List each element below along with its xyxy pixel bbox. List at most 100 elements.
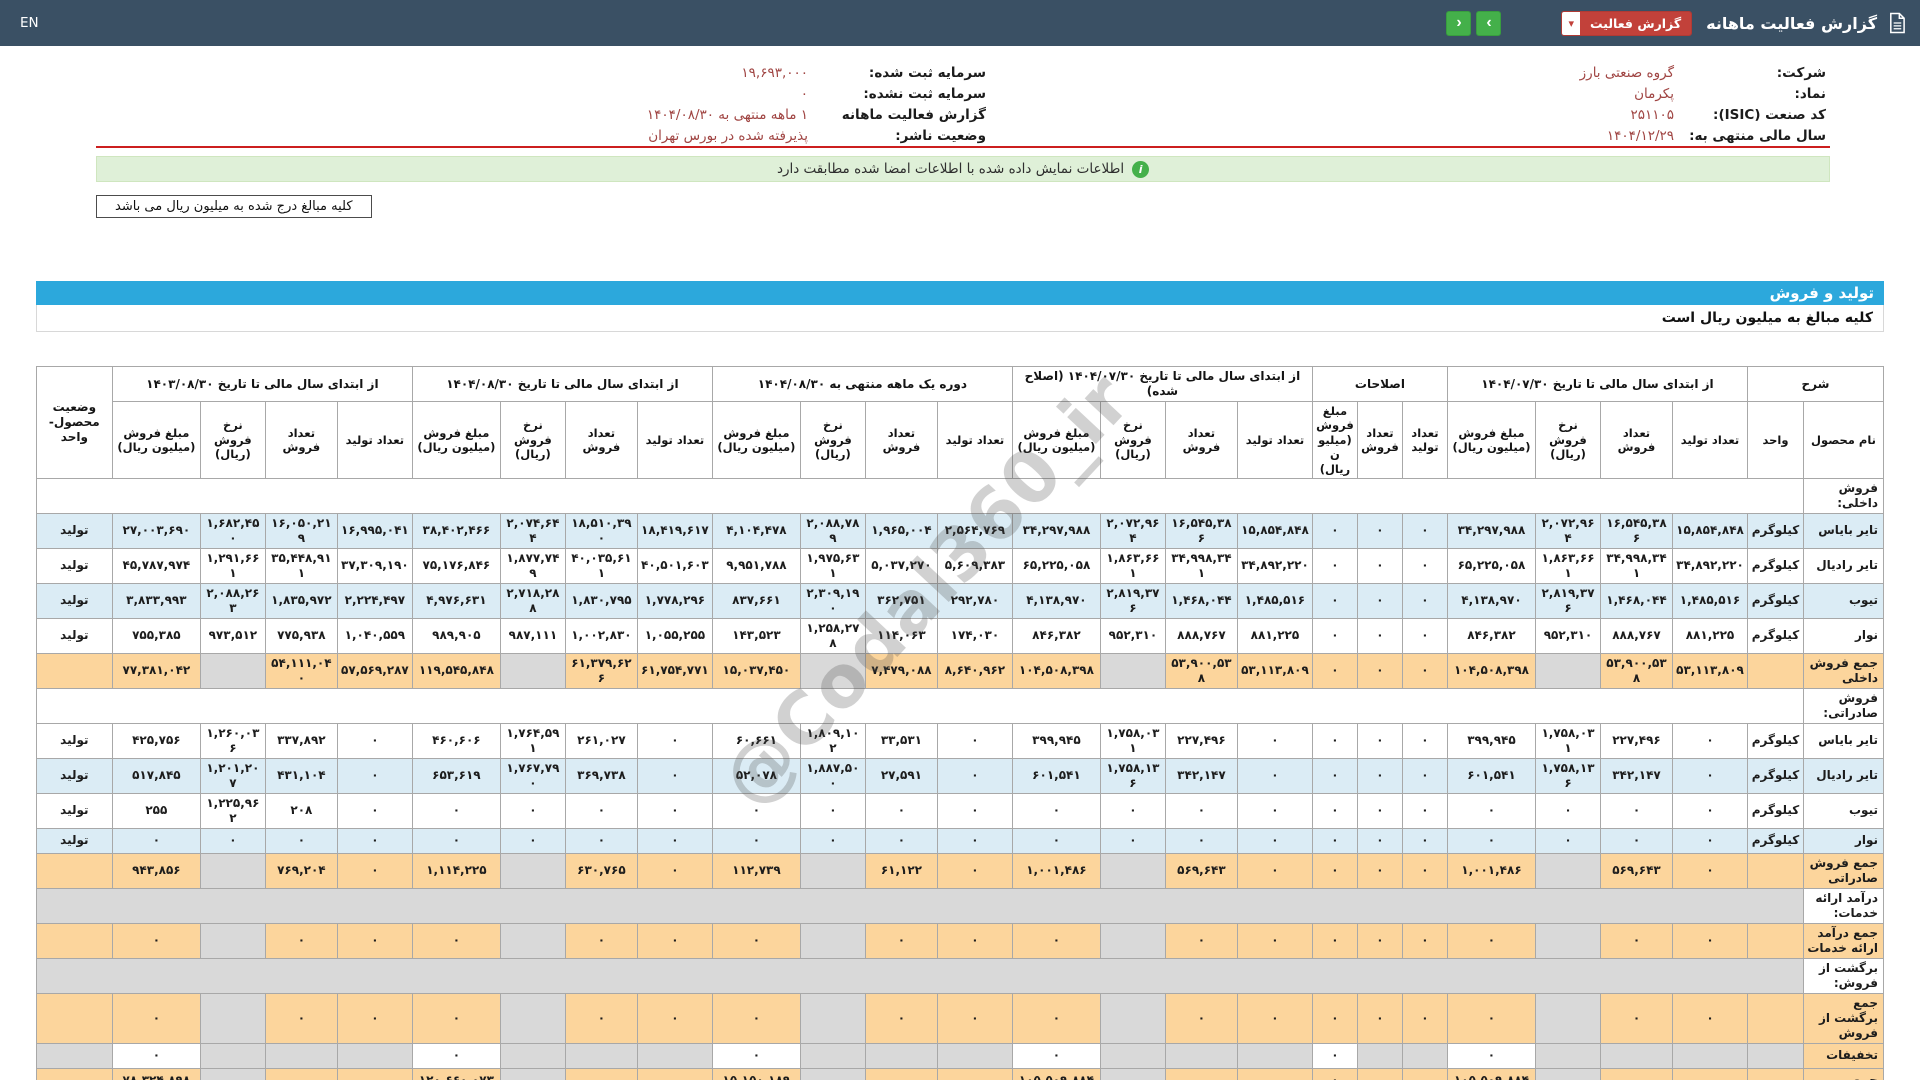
qty-sold-cell: ۵۴,۱۱۱,۰۴۰ bbox=[264, 652, 338, 689]
qty-sold-cell: ۰ bbox=[1599, 922, 1673, 959]
value-cell bbox=[799, 1042, 866, 1069]
report-document-icon[interactable] bbox=[1887, 12, 1906, 34]
product-status-cell bbox=[35, 652, 113, 689]
qty-produced-cell: ۱۸,۴۱۹,۶۱۷ bbox=[636, 512, 713, 549]
qty-sold-cell: ۳۶۲,۷۵۱ bbox=[864, 582, 938, 619]
qty-produced-cell: ۰ bbox=[1236, 792, 1313, 829]
prev-report-button[interactable]: ‹ bbox=[1446, 10, 1472, 36]
sum-label-cell: جمع فروش داخلی bbox=[1803, 652, 1884, 689]
adjustment-cell: ۰ bbox=[1401, 852, 1448, 889]
rate-cell: ۹۵۲,۳۱۰ bbox=[1534, 617, 1601, 654]
product-status-cell: تولید bbox=[35, 792, 113, 829]
adjustment-cell: ۰ bbox=[1401, 617, 1448, 654]
product-name-cell: تایر رادیال bbox=[1803, 547, 1884, 584]
adjustment-cell: ۰ bbox=[1356, 582, 1403, 619]
qty-sold-cell: ۲۲۷,۴۹۶ bbox=[1164, 722, 1238, 759]
section-header-row: درآمد ارائه خدمات: bbox=[35, 887, 1884, 924]
amount-cell: ۳۸,۴۰۲,۴۶۶ bbox=[411, 512, 501, 549]
amount-cell: ۰ bbox=[711, 792, 801, 829]
qty-produced-cell: ۰ bbox=[636, 792, 713, 829]
section-production-sales-title: تولید و فروش bbox=[36, 281, 1884, 305]
adjustment-cell: ۰ bbox=[1311, 652, 1358, 689]
qty-produced-cell: ۰ bbox=[936, 992, 1013, 1044]
rate-cell: ۱,۷۵۸,۱۳۶ bbox=[1534, 757, 1601, 794]
column-subheader: تعداد تولید bbox=[1671, 401, 1748, 479]
discounts-row: تخفیفات ۰ ۰ ۰ ۰ ۰ ۰ bbox=[35, 1042, 1884, 1069]
rate-cell: ۱,۸۰۹,۱۰۲ bbox=[799, 722, 866, 759]
qty-produced-cell: ۰ bbox=[336, 827, 413, 854]
info-label: گزارش فعالیت ماهانه bbox=[841, 106, 986, 123]
product-row: تیوب کیلوگرم ۰ ۰ ۰ ۰ ۰ ۰ ۰ ۰ ۰ ۰ ۰ ۰ ۰ ۰ ۰ ۰ ۰ ۰ ۰ ۰ ۲۰۸ ۱,۲۲۵,… bbox=[35, 792, 1884, 829]
rate-cell: ۱,۸۷۷,۷۴۹ bbox=[499, 547, 566, 584]
value-cell bbox=[499, 1067, 566, 1080]
adjustment-cell: ۰ bbox=[1401, 827, 1448, 854]
amount-cell: ۰ bbox=[1311, 1042, 1358, 1069]
section-header-row: فروش داخلی: bbox=[35, 477, 1884, 514]
qty-sold-cell: ۳۵,۴۴۸,۹۱۱ bbox=[264, 547, 338, 584]
qty-produced-cell: ۰ bbox=[1671, 922, 1748, 959]
rate-cell bbox=[499, 922, 566, 959]
adjustment-cell: ۰ bbox=[1401, 582, 1448, 619]
adjustment-cell: ۰ bbox=[1356, 757, 1403, 794]
amount-cell: ۱,۱۱۴,۲۲۵ bbox=[411, 852, 501, 889]
qty-sold-cell: ۰ bbox=[864, 922, 938, 959]
product-status-cell bbox=[35, 1067, 113, 1080]
unit-cell bbox=[1746, 1067, 1805, 1080]
unit-cell: کیلوگرم bbox=[1746, 512, 1805, 549]
info-value: ۱۴۰۴/۱۲/۲۹ bbox=[1606, 127, 1674, 144]
qty-produced-cell: ۰ bbox=[1671, 792, 1748, 829]
company-info-section: شرکت: گروه صنعتی بارز سرمایه ثبت شده: ۱۹,۶۹… bbox=[96, 62, 1830, 218]
rate-cell: ۱,۲۰۱,۲۰۷ bbox=[199, 757, 266, 794]
adjustment-cell: ۰ bbox=[1356, 852, 1403, 889]
unit-cell bbox=[1746, 652, 1805, 689]
rate-cell: ۱,۲۵۸,۲۷۸ bbox=[799, 617, 866, 654]
value-cell bbox=[199, 1067, 266, 1080]
language-toggle-en[interactable]: EN bbox=[14, 15, 39, 31]
production-sales-head: شرح از ابتدای سال مالی تا تاریخ ۱۴۰۴/۰۷/۳… bbox=[35, 366, 1885, 479]
qty-produced-cell: ۱,۰۴۰,۵۵۹ bbox=[336, 617, 413, 654]
qty-produced-cell: ۰ bbox=[1236, 922, 1313, 959]
qty-sold-cell: ۵,۰۳۷,۲۷۰ bbox=[864, 547, 938, 584]
amount-cell: ۸۴۶,۳۸۲ bbox=[1011, 617, 1101, 654]
qty-sold-cell: ۳۴,۹۹۸,۳۴۱ bbox=[1164, 547, 1238, 584]
report-type-dropdown[interactable]: گزارش فعالیت ▾ bbox=[1561, 10, 1693, 36]
rate-cell: ۲,۰۷۲,۹۶۴ bbox=[1099, 512, 1166, 549]
qty-sold-cell: ۲۰۸ bbox=[264, 792, 338, 829]
discounts-label-cell: تخفیفات bbox=[1803, 1042, 1884, 1069]
amount-cell: ۰ bbox=[1011, 922, 1101, 959]
rate-cell bbox=[499, 992, 566, 1044]
qty-produced-cell: ۰ bbox=[336, 992, 413, 1044]
qty-sold-cell: ۰ bbox=[564, 827, 638, 854]
value-cell bbox=[564, 1067, 638, 1080]
million-rial-note: کلیه مبالغ درج شده به میلیون ریال می باش… bbox=[96, 195, 372, 218]
qty-produced-cell: ۰ bbox=[1236, 722, 1313, 759]
sum-label-cell: جمع برگشت از فروش bbox=[1803, 992, 1884, 1044]
adjustment-cell: ۰ bbox=[1311, 922, 1358, 959]
column-subheader: تعداد فروش bbox=[264, 401, 338, 479]
rate-cell bbox=[1099, 922, 1166, 959]
rate-cell: ۱,۲۲۵,۹۶۲ bbox=[199, 792, 266, 829]
qty-produced-cell: ۱۵,۸۵۴,۸۴۸ bbox=[1671, 512, 1748, 549]
value-cell bbox=[864, 1067, 938, 1080]
adjustment-cell: ۰ bbox=[1311, 757, 1358, 794]
value-cell bbox=[264, 1067, 338, 1080]
qty-sold-cell: ۰ bbox=[264, 922, 338, 959]
product-name-cell: نوار bbox=[1803, 617, 1884, 654]
column-subheader: مبلغ فروش (میلیون ریال) bbox=[1446, 401, 1536, 479]
column-subheader: نرخ فروش (ریال) bbox=[1099, 401, 1166, 479]
column-subheader: مبلغ فروش (میلیون ریال) bbox=[711, 401, 801, 479]
rate-cell: ۱,۷۵۸,۱۳۶ bbox=[1099, 757, 1166, 794]
qty-sold-cell: ۴۳۱,۱۰۴ bbox=[264, 757, 338, 794]
column-subheader: نرخ فروش (ریال) bbox=[799, 401, 866, 479]
qty-sold-cell: ۰ bbox=[1164, 922, 1238, 959]
rate-cell: ۰ bbox=[799, 792, 866, 829]
value-cell bbox=[636, 1067, 713, 1080]
amount-cell: ۰ bbox=[711, 992, 801, 1044]
adjustment-cell: ۰ bbox=[1356, 992, 1403, 1044]
amount-cell: ۴,۱۰۴,۴۷۸ bbox=[711, 512, 801, 549]
amount-cell: ۰ bbox=[111, 827, 201, 854]
amount-cell: ۷۸,۳۲۴,۸۹۸ bbox=[111, 1067, 201, 1080]
section-header-row: برگشت از فروش: bbox=[35, 957, 1884, 994]
qty-produced-cell: ۰ bbox=[1671, 722, 1748, 759]
next-report-button[interactable]: › bbox=[1476, 10, 1502, 36]
